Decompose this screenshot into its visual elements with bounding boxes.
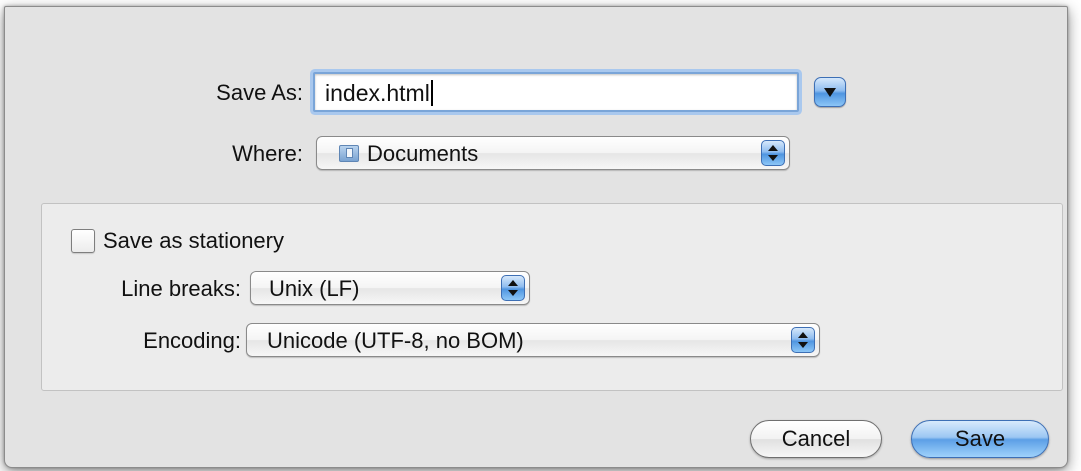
cancel-button[interactable]: Cancel xyxy=(750,420,882,458)
up-down-arrows-icon xyxy=(791,327,815,353)
folder-icon xyxy=(339,145,359,162)
text-caret xyxy=(430,80,433,106)
filename-value: index.html xyxy=(325,79,433,107)
encoding-label: Encoding: xyxy=(143,328,241,353)
line-breaks-label: Line breaks: xyxy=(121,276,241,301)
encoding-value: Unicode (UTF-8, no BOM) xyxy=(267,328,524,353)
where-label: Where: xyxy=(232,141,303,166)
stationery-label[interactable]: Save as stationery xyxy=(103,227,284,255)
folder-doc-glyph xyxy=(346,148,353,158)
encoding-popup[interactable]: Unicode (UTF-8, no BOM) xyxy=(246,323,820,357)
expand-dialog-button[interactable] xyxy=(814,77,846,107)
save-dialog-sheet: Save As: index.html Where: Documents Sav… xyxy=(4,6,1068,468)
line-breaks-value: Unix (LF) xyxy=(269,276,360,301)
chevron-down-icon xyxy=(824,88,836,97)
filename-input[interactable]: index.html xyxy=(313,72,799,112)
line-breaks-popup[interactable]: Unix (LF) xyxy=(250,271,530,305)
save-as-label: Save As: xyxy=(216,80,303,105)
save-button[interactable]: Save xyxy=(911,420,1049,458)
up-down-arrows-icon xyxy=(761,140,785,166)
where-value: Documents xyxy=(367,141,479,166)
where-popup[interactable]: Documents xyxy=(316,136,790,170)
stationery-checkbox[interactable] xyxy=(71,229,95,253)
up-down-arrows-icon xyxy=(501,275,525,301)
